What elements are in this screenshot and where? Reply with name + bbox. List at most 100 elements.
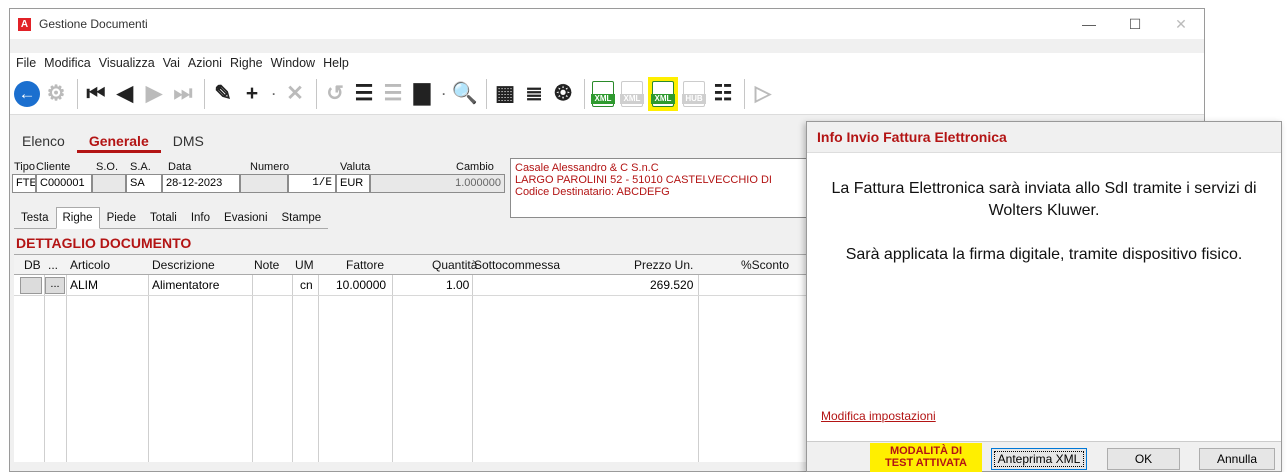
clear-filter-icon[interactable]: ☰ bbox=[380, 78, 406, 110]
print-dropdown-icon[interactable]: · bbox=[438, 78, 450, 110]
undo-icon[interactable]: ↺ bbox=[322, 78, 348, 110]
section-title: DETTAGLIO DOCUMENTO bbox=[16, 235, 192, 251]
add-dropdown-icon[interactable]: · bbox=[268, 78, 280, 110]
so-label: S.O. bbox=[96, 161, 119, 173]
col-db[interactable]: DB bbox=[24, 258, 41, 272]
tab-elenco[interactable]: Elenco bbox=[10, 133, 77, 153]
tab-piede[interactable]: Piede bbox=[100, 207, 143, 228]
tab-info[interactable]: Info bbox=[184, 207, 217, 228]
cambio-field[interactable]: 1.000000 bbox=[370, 174, 505, 193]
col-dots[interactable]: ... bbox=[48, 258, 58, 272]
tipo-field[interactable]: FTE bbox=[12, 174, 36, 193]
menu-visualizza[interactable]: Visualizza bbox=[95, 56, 159, 70]
detail-grid: DB ... Articolo Descrizione Note UM Fatt… bbox=[14, 254, 814, 462]
client-name: Casale Alessandro & C S.n.C bbox=[515, 162, 659, 174]
next-record-icon[interactable]: ▶ bbox=[141, 78, 167, 110]
numero-prefix-field[interactable] bbox=[240, 174, 288, 193]
sa-field[interactable]: SA bbox=[126, 174, 162, 193]
tab-testa[interactable]: Testa bbox=[14, 207, 56, 228]
so-field[interactable] bbox=[92, 174, 126, 193]
report-icon[interactable]: ≣ bbox=[521, 78, 547, 110]
test-mode-badge: MODALITÀ DI TEST ATTIVATA bbox=[870, 443, 982, 472]
first-record-icon[interactable]: ⏮ bbox=[83, 78, 109, 110]
tab-generale[interactable]: Generale bbox=[76, 133, 161, 153]
col-descrizione[interactable]: Descrizione bbox=[152, 258, 215, 272]
hub-file-icon: HUB bbox=[682, 80, 706, 107]
col-quantita[interactable]: Quantità bbox=[432, 258, 477, 272]
edit-pencil-icon[interactable]: ✎ bbox=[210, 78, 236, 110]
col-prezzo[interactable]: Prezzo Un. bbox=[634, 258, 693, 272]
calendar-icon[interactable]: ▦ bbox=[492, 78, 518, 110]
client-info-box: Casale Alessandro & C S.n.C LARGO PAROLI… bbox=[510, 158, 810, 218]
cell-prezzo: 269.520 bbox=[650, 278, 694, 292]
cell-descrizione: Alimentatore bbox=[152, 278, 220, 292]
cancel-button[interactable]: Annulla bbox=[1199, 448, 1275, 470]
menu-window[interactable]: Window bbox=[267, 56, 319, 70]
grid-divider bbox=[252, 275, 253, 462]
modify-settings-link[interactable]: Modifica impostazioni bbox=[821, 409, 936, 423]
xml-document-icon[interactable]: XML bbox=[590, 78, 616, 110]
grid-header: DB ... Articolo Descrizione Note UM Fatt… bbox=[14, 255, 814, 275]
previous-record-icon[interactable]: ◀ bbox=[112, 78, 138, 110]
gear-icon[interactable]: ⚙ bbox=[43, 78, 69, 110]
xml-attach-icon[interactable]: XML bbox=[619, 78, 645, 110]
window-title: Gestione Documenti bbox=[39, 17, 148, 31]
preview-xml-button[interactable]: Anteprima XML bbox=[991, 448, 1087, 470]
send-xml-icon[interactable]: XML bbox=[648, 76, 678, 111]
run-icon[interactable]: ▷ bbox=[750, 78, 776, 110]
menu-azioni[interactable]: Azioni bbox=[184, 56, 226, 70]
grid-divider bbox=[66, 275, 67, 462]
close-button[interactable]: ✕ bbox=[1158, 9, 1204, 39]
numero-field[interactable]: 1/E bbox=[288, 174, 336, 193]
menu-file[interactable]: File bbox=[10, 56, 40, 70]
filter-icon[interactable]: ☰ bbox=[351, 78, 377, 110]
table-row[interactable]: ALIM Alimentatore cn 10.00000 1.00 269.5… bbox=[14, 275, 814, 295]
col-um[interactable]: UM bbox=[295, 258, 314, 272]
menu-modifica[interactable]: Modifica bbox=[40, 56, 95, 70]
numero-label: Numero bbox=[250, 161, 290, 173]
title-bar: A Gestione Documenti — ☐ ✕ bbox=[10, 9, 1204, 39]
ok-button[interactable]: OK bbox=[1107, 448, 1180, 470]
test-badge-line-2: TEST ATTIVATA bbox=[885, 457, 967, 469]
minimize-button[interactable]: — bbox=[1066, 9, 1112, 39]
menu-righe[interactable]: Righe bbox=[226, 56, 267, 70]
hub-icon[interactable]: HUB bbox=[681, 78, 707, 110]
col-articolo[interactable]: Articolo bbox=[70, 258, 110, 272]
col-note[interactable]: Note bbox=[254, 258, 279, 272]
cell-fattore: 10.00000 bbox=[336, 278, 387, 292]
col-sottocommessa[interactable]: Sottocommessa bbox=[474, 258, 560, 272]
client-address: LARGO PAROLINI 52 - 51010 CASTELVECCHIO … bbox=[515, 174, 772, 186]
tab-totali[interactable]: Totali bbox=[143, 207, 184, 228]
valuta-label: Valuta bbox=[340, 161, 371, 173]
tab-righe[interactable]: Righe bbox=[55, 207, 100, 229]
toolbar: ← ⚙ ⏮ ◀ ▶ ⏭ ✎ + · ✕ ↺ ☰ ☰ ▇ · 🔍 ▦ ≣ ❂ XM… bbox=[10, 73, 1204, 115]
cliente-field[interactable]: C000001 bbox=[36, 174, 92, 193]
link-icon[interactable]: ❂ bbox=[550, 78, 576, 110]
col-fattore[interactable]: Fattore bbox=[346, 258, 384, 272]
print-icon[interactable]: ▇ bbox=[409, 78, 435, 110]
menu-help[interactable]: Help bbox=[319, 56, 353, 70]
data-field[interactable]: 28-12-2023 bbox=[162, 174, 240, 193]
window-controls: — ☐ ✕ bbox=[1066, 9, 1204, 39]
tab-stampe[interactable]: Stampe bbox=[275, 207, 329, 228]
data-label: Data bbox=[168, 161, 192, 173]
add-plus-icon[interactable]: + bbox=[239, 78, 265, 110]
tab-evasioni[interactable]: Evasioni bbox=[217, 207, 274, 228]
toolbar-separator bbox=[77, 78, 78, 109]
grid-divider bbox=[392, 275, 393, 462]
list-icon[interactable]: ☷ bbox=[710, 78, 736, 110]
back-arrow-icon[interactable]: ← bbox=[14, 80, 40, 107]
cell-articolo: ALIM bbox=[70, 278, 99, 292]
col-sconto[interactable]: %Sconto bbox=[741, 258, 789, 272]
menu-vai[interactable]: Vai bbox=[159, 56, 184, 70]
last-record-icon[interactable]: ⏭ bbox=[170, 78, 196, 110]
client-recipient-code: Codice Destinatario: ABCDEFG bbox=[515, 186, 670, 198]
maximize-button[interactable]: ☐ bbox=[1112, 9, 1158, 39]
tab-dms[interactable]: DMS bbox=[161, 133, 216, 153]
valuta-field[interactable]: EUR bbox=[336, 174, 370, 193]
cell-um: cn bbox=[300, 278, 313, 292]
grid-divider bbox=[148, 275, 149, 462]
delete-x-icon[interactable]: ✕ bbox=[282, 78, 308, 110]
print-preview-icon[interactable]: 🔍 bbox=[452, 78, 478, 110]
test-badge-line-1: MODALITÀ DI bbox=[889, 445, 963, 457]
